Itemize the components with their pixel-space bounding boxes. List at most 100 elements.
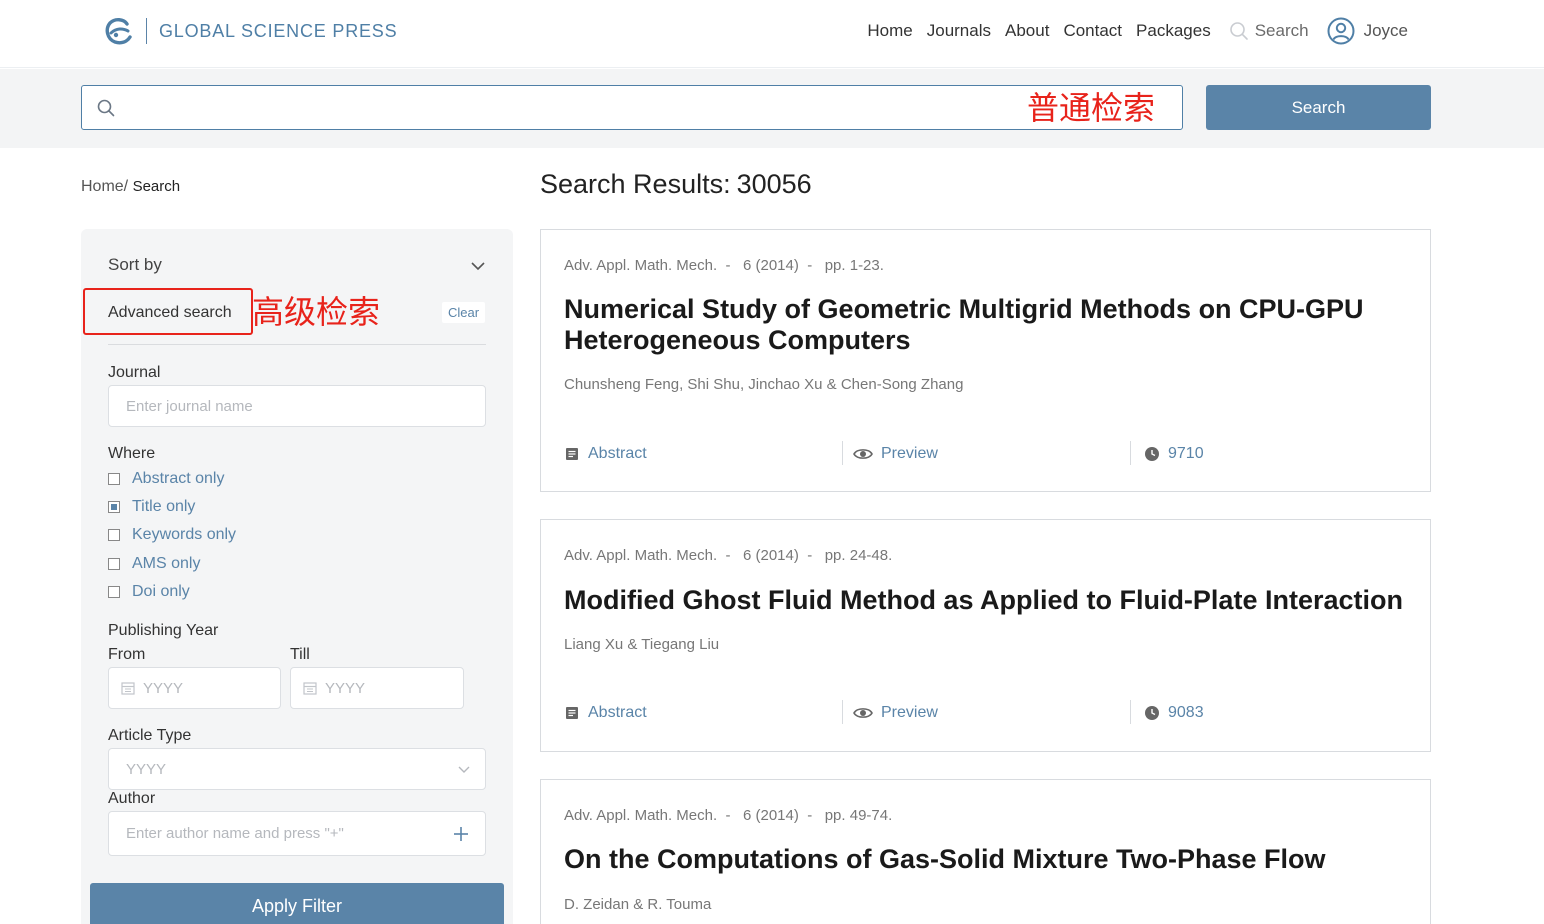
pages: pp. 49-74. bbox=[824, 807, 893, 824]
article-actions: Abstract Preview 9083 bbox=[564, 700, 1409, 726]
search-input[interactable] bbox=[126, 86, 1086, 129]
from-label: From bbox=[108, 646, 146, 663]
user-name: Joyce bbox=[1363, 21, 1408, 40]
eye-icon bbox=[853, 708, 873, 718]
chevron-down-icon[interactable] bbox=[470, 261, 486, 271]
results-count: 30056 bbox=[736, 169, 812, 199]
where-option-label: Title only bbox=[132, 498, 196, 515]
nav-packages[interactable]: Packages bbox=[1136, 21, 1211, 41]
calendar-icon bbox=[303, 682, 317, 695]
preview-label: Preview bbox=[881, 704, 938, 721]
divider bbox=[842, 700, 843, 724]
year-from-input[interactable]: YYYY bbox=[108, 667, 281, 709]
nav-search-label: Search bbox=[1254, 21, 1309, 40]
search-button[interactable]: Search bbox=[1206, 85, 1431, 130]
author-placeholder: Enter author name and press "+" bbox=[126, 825, 344, 842]
checkbox[interactable] bbox=[108, 529, 120, 541]
calendar-icon bbox=[121, 682, 135, 695]
where-option-label: Abstract only bbox=[132, 470, 225, 487]
journal-placeholder: Enter journal name bbox=[126, 397, 253, 415]
year-till-placeholder: YYYY bbox=[325, 679, 366, 697]
breadcrumb-home[interactable]: Home/ bbox=[81, 178, 128, 195]
where-option-doi[interactable]: Doi only bbox=[108, 583, 190, 601]
till-label: Till bbox=[290, 646, 310, 663]
user-menu[interactable]: Joyce bbox=[1327, 17, 1408, 45]
nav-journals[interactable]: Journals bbox=[927, 21, 991, 41]
article-title[interactable]: Numerical Study of Geometric Multigrid M… bbox=[564, 294, 1404, 356]
preview-link[interactable]: Preview bbox=[853, 441, 938, 467]
citation-meta: Adv. Appl. Math. Mech. - 6 (2014) - pp. … bbox=[564, 257, 884, 274]
year-from-placeholder: YYYY bbox=[143, 679, 184, 697]
checkbox-checked[interactable] bbox=[108, 501, 120, 513]
apply-filter-button[interactable]: Apply Filter bbox=[90, 883, 504, 924]
logo-mark-icon bbox=[105, 18, 132, 45]
article-authors: D. Zeidan & R. Touma bbox=[564, 896, 712, 913]
where-option-ams[interactable]: AMS only bbox=[108, 555, 200, 573]
pages: pp. 1-23. bbox=[824, 257, 884, 274]
filter-sidebar: Sort by Advanced search 高级检索 Clear Journ… bbox=[81, 229, 513, 924]
advanced-search-label[interactable]: Advanced search bbox=[108, 304, 232, 322]
checkbox[interactable] bbox=[108, 473, 120, 485]
journal-input[interactable]: Enter journal name bbox=[108, 385, 486, 427]
nav-search[interactable]: Search bbox=[1229, 21, 1309, 41]
article-actions: Abstract Preview 9710 bbox=[564, 441, 1409, 467]
citation-meta: Adv. Appl. Math. Mech. - 6 (2014) - pp. … bbox=[564, 547, 893, 564]
breadcrumb-current: Search bbox=[132, 178, 181, 195]
article-authors: Chunsheng Feng, Shi Shu, Jinchao Xu & Ch… bbox=[564, 376, 964, 393]
abstract-link[interactable]: Abstract bbox=[564, 441, 647, 467]
nav-contact[interactable]: Contact bbox=[1063, 21, 1122, 41]
basic-search-annotation: 普通检索 bbox=[1027, 89, 1156, 127]
view-count-value: 9710 bbox=[1168, 445, 1204, 462]
document-icon bbox=[566, 707, 578, 719]
brand-name: GLOBAL SCIENCE PRESS bbox=[159, 20, 398, 41]
search-icon bbox=[97, 99, 115, 117]
citation-meta: Adv. Appl. Math. Mech. - 6 (2014) - pp. … bbox=[564, 807, 893, 824]
pages: pp. 24-48. bbox=[824, 547, 893, 564]
main-nav: Home Journals About Contact Packages Sea… bbox=[853, 17, 1408, 45]
article-authors: Liang Xu & Tiegang Liu bbox=[564, 636, 720, 653]
article-title[interactable]: On the Computations of Gas-Solid Mixture… bbox=[564, 844, 1404, 875]
clock-icon bbox=[1145, 706, 1159, 720]
chevron-down-icon bbox=[458, 766, 470, 773]
where-option-title[interactable]: Title only bbox=[108, 498, 195, 516]
where-label: Where bbox=[108, 445, 156, 462]
author-input[interactable]: Enter author name and press "+" bbox=[108, 811, 486, 856]
checkbox[interactable] bbox=[108, 558, 120, 570]
preview-link[interactable]: Preview bbox=[853, 700, 938, 726]
volume: 6 (2014) bbox=[742, 547, 799, 564]
results-heading: Search Results: 30056 bbox=[540, 169, 812, 200]
year-till-input[interactable]: YYYY bbox=[290, 667, 464, 709]
journal-label: Journal bbox=[108, 364, 161, 381]
preview-label: Preview bbox=[881, 445, 938, 462]
abstract-label: Abstract bbox=[588, 445, 647, 462]
plus-icon[interactable] bbox=[453, 826, 469, 842]
journal-name: Adv. Appl. Math. Mech. bbox=[564, 547, 718, 564]
journal-name: Adv. Appl. Math. Mech. bbox=[564, 807, 718, 824]
sort-by-toggle[interactable]: Sort by bbox=[108, 255, 162, 275]
search-band: Search bbox=[0, 69, 1544, 148]
clear-button[interactable]: Clear bbox=[442, 302, 486, 323]
advanced-search-annotation: 高级检索 bbox=[252, 293, 381, 331]
where-option-label: Doi only bbox=[132, 583, 190, 600]
publishing-year-label: Publishing Year bbox=[108, 622, 219, 639]
abstract-link[interactable]: Abstract bbox=[564, 700, 647, 726]
nav-about[interactable]: About bbox=[1005, 21, 1049, 41]
result-card: Adv. Appl. Math. Mech. - 6 (2014) - pp. … bbox=[540, 779, 1431, 924]
user-avatar-icon bbox=[1327, 17, 1355, 45]
where-option-label: AMS only bbox=[132, 555, 201, 572]
divider bbox=[108, 344, 486, 345]
where-option-keywords[interactable]: Keywords only bbox=[108, 526, 236, 544]
result-card: Adv. Appl. Math. Mech. - 6 (2014) - pp. … bbox=[540, 229, 1431, 492]
view-count: 9710 bbox=[1144, 441, 1204, 467]
where-option-abstract[interactable]: Abstract only bbox=[108, 470, 224, 488]
brand-logo[interactable]: GLOBAL SCIENCE PRESS bbox=[102, 14, 397, 48]
eye-icon bbox=[853, 449, 873, 459]
search-box[interactable] bbox=[81, 85, 1183, 130]
article-title[interactable]: Modified Ghost Fluid Method as Applied t… bbox=[564, 585, 1404, 616]
results-label: Search Results: bbox=[540, 169, 731, 199]
top-navigation-bar: GLOBAL SCIENCE PRESS Home Journals About… bbox=[0, 0, 1544, 68]
article-type-select[interactable]: YYYY bbox=[108, 748, 486, 790]
nav-home[interactable]: Home bbox=[867, 21, 912, 41]
divider bbox=[842, 441, 843, 465]
checkbox[interactable] bbox=[108, 586, 120, 598]
